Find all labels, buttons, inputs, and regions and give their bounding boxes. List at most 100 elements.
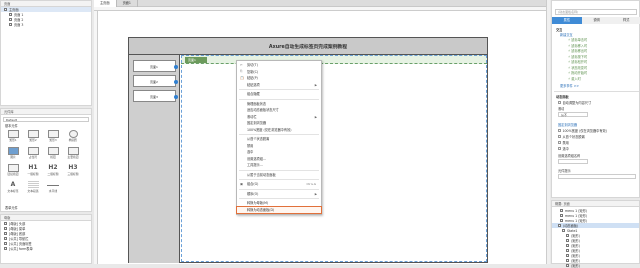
- menu-item[interactable]: 100%宽度 (仅在浏览器中有效): [237, 127, 321, 134]
- outline-item-icon: [560, 209, 563, 212]
- line-icon: [47, 185, 59, 186]
- widget-item[interactable]: 矩形3: [43, 129, 63, 146]
- widget-H3-icon: H3: [68, 164, 78, 171]
- more-events-link[interactable]: 更多事件 >>: [560, 84, 579, 88]
- rect-icon: [7, 130, 19, 138]
- menu-item[interactable]: ▣ 组合(G) Ctrl+G: [237, 181, 321, 188]
- outline-item-icon: [560, 214, 563, 217]
- menu-item[interactable]: 粘贴选项 ▶: [237, 82, 321, 89]
- widget-item[interactable]: 矩形2: [23, 129, 43, 146]
- menu-item-label: 粘贴(P): [247, 76, 258, 81]
- widget-item[interactable]: 图片: [3, 146, 23, 163]
- widget-item[interactable]: H1 一级标题: [23, 163, 43, 180]
- widget-name-field[interactable]: (动态面板名称): [555, 9, 637, 15]
- new-interaction-link[interactable]: 新建交互: [560, 33, 573, 37]
- outline-item-icon: [566, 244, 569, 247]
- dynamic-panel-label: 动态面板: [556, 95, 569, 99]
- inspector-tab[interactable]: 样式: [611, 17, 640, 24]
- outline-item-label: (矩形): [571, 253, 580, 258]
- fit-content-option[interactable]: 自动调整为内容尺寸: [558, 101, 591, 105]
- outline-item-icon: [566, 259, 569, 262]
- group-name-field[interactable]: [558, 159, 588, 164]
- widget-item[interactable]: A 文本标签: [3, 180, 23, 197]
- widget-item[interactable]: 按钮: [43, 146, 63, 163]
- menu-item-label: 转换为动态面板(D): [247, 207, 275, 212]
- tab-2[interactable]: 页面1: [117, 0, 138, 7]
- outline-item-label: (矩形): [571, 243, 580, 248]
- tooltip-label: 元件提示: [558, 169, 571, 173]
- menu-item-label: 转换为母版(M): [247, 201, 269, 206]
- outline-item-icon: [560, 219, 563, 222]
- canvas-nav-label: 页面3: [150, 95, 158, 99]
- widget-item[interactable]: H3 三级标题: [63, 163, 83, 180]
- canvas-nav-item[interactable]: 页面3: [133, 90, 178, 102]
- menu-item[interactable]: 从属于当前动态面板: [237, 172, 321, 179]
- library-select[interactable]: Default: [3, 117, 89, 122]
- master-item-label: [公共] form表单: [9, 246, 33, 251]
- widget-item[interactable]: 矩形1: [3, 129, 23, 146]
- outline-item-label: menu 1 (矩形): [565, 218, 588, 223]
- context-menu: ✂ 剪切(T) ⎘ 复制(C) 📋 粘贴(P) 粘贴选项 ▶ 组合隐藏 管理面板状态 适应动态面板状…: [236, 60, 322, 215]
- pages-list: 主页面 页面 1 页面 2 页面 3: [1, 7, 91, 27]
- tooltip-field[interactable]: [558, 174, 636, 179]
- canvas-nav-item[interactable]: 页面2: [133, 75, 178, 87]
- set-group-label: 设置选项组名称: [558, 154, 581, 158]
- rect-icon: [47, 130, 59, 138]
- widget-item[interactable]: 主要按钮: [63, 146, 83, 163]
- widget-item[interactable]: 水平线: [43, 180, 63, 197]
- widget-label: 矩形1: [9, 138, 17, 142]
- event-label: 鼠标松开时: [571, 60, 588, 64]
- menu-item-icon: ▣: [240, 181, 244, 186]
- page-header: Axure自动生成标签页完成案例教程: [129, 38, 487, 55]
- events-list: ⚡鼠标单击时 ⚡鼠标移入时 ⚡鼠标移出时 ⚡鼠标按下时 ⚡鼠标松开时 ⚡状态改变时 ⚡拖动开…: [568, 38, 587, 82]
- disabled-option[interactable]: 禁用: [558, 141, 569, 145]
- menu-item[interactable]: 工具提示...: [237, 162, 321, 169]
- page-icon: [9, 23, 12, 26]
- inspector-tab[interactable]: 属性: [552, 17, 582, 24]
- menu-item-icon: 📋: [240, 75, 244, 80]
- menu-item[interactable]: 转换为动态面板(D): [236, 205, 322, 214]
- widget-item[interactable]: 文本段落: [23, 180, 43, 197]
- master-item-label: [公共] 导航栏: [9, 236, 29, 241]
- widgets-panel-title: 元件库: [1, 109, 91, 115]
- widget-A-icon: A: [10, 181, 16, 188]
- full-width-option[interactable]: 100%宽度 (仅在浏览器中有效): [558, 129, 607, 133]
- fixed-browser-link[interactable]: 固定到浏览器: [558, 123, 577, 127]
- scroll-label: 滚动: [558, 107, 565, 111]
- tab-1[interactable]: 主页面: [94, 0, 117, 7]
- master-item-label: [公共] 页面标签: [9, 241, 32, 246]
- event-icon: ⚡: [568, 54, 571, 59]
- submenu-arrow-icon: ▶: [314, 114, 317, 119]
- master-item[interactable]: [公共] form表单: [1, 246, 91, 251]
- menu-item-label: 从首个状态脱离: [247, 137, 270, 142]
- page-item[interactable]: 页面 3: [1, 22, 91, 27]
- widget-label: 一级标题: [27, 172, 39, 176]
- menu-item-label: 固定到浏览器: [247, 121, 267, 126]
- page-title: Axure自动生成标签页完成案例教程: [268, 44, 348, 50]
- page-item-label: 主页面: [9, 7, 19, 12]
- menu-item-label: 剪切(T): [247, 63, 258, 68]
- outline-item-label: (动态面板): [563, 223, 579, 228]
- widget-item[interactable]: 占位符: [23, 146, 43, 163]
- selected-option[interactable]: 选中: [558, 147, 569, 151]
- ellipse-icon: [68, 130, 78, 138]
- inspector-tab[interactable]: 说明: [582, 17, 612, 24]
- event-item[interactable]: ⚡载入时: [568, 77, 587, 83]
- widget-H2-icon: H2: [48, 164, 58, 171]
- menu-item-label: 从属于当前动态面板: [247, 172, 276, 177]
- scroll-select-value: 从不: [561, 113, 568, 117]
- widgets-section2-label: 表单元件: [5, 206, 18, 210]
- page-icon: [9, 13, 12, 16]
- image-icon: [7, 147, 19, 155]
- widget-item[interactable]: 链接按钮: [3, 163, 23, 180]
- widget-label: 占位符: [28, 155, 38, 159]
- pin-first-option[interactable]: 从首个状态脱离: [558, 135, 585, 139]
- canvas-nav-item[interactable]: 页面1: [133, 60, 178, 72]
- event-label: 状态改变时: [571, 65, 588, 70]
- scroll-select[interactable]: 从不: [558, 112, 588, 117]
- widget-item[interactable]: H2 二级标题: [43, 163, 63, 180]
- menu-item[interactable]: 顺序(O) ▶: [237, 191, 321, 198]
- master-item-label: [母版] 底部: [9, 231, 26, 236]
- menu-item[interactable]: 组合隐藏: [237, 91, 321, 98]
- widget-item[interactable]: 椭圆形: [63, 129, 83, 146]
